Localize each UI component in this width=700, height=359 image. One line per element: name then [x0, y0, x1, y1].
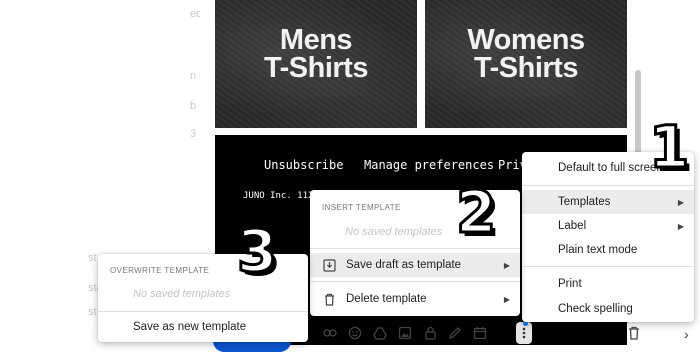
tile-line2: T-Shirts: [474, 52, 578, 84]
menu-item-label: Check spelling: [558, 303, 633, 315]
menu-item-label: Save draft as template: [346, 259, 462, 271]
background-text: st: [88, 306, 97, 318]
menu-item-label: Plain text mode: [558, 244, 638, 256]
unsubscribe-link[interactable]: Unsubscribe: [264, 158, 343, 172]
annotation-number-2: 2: [454, 178, 497, 246]
link-icon[interactable]: [320, 322, 340, 344]
scrollbar[interactable]: [635, 70, 641, 160]
womens-tshirts-banner[interactable]: Womens T-Shirts: [425, 0, 627, 128]
emoji-icon[interactable]: [345, 322, 365, 344]
no-saved-templates-text: No saved templates: [345, 226, 443, 238]
divider: [522, 266, 694, 267]
chevron-right-icon[interactable]: ›: [684, 326, 689, 342]
divider: [98, 311, 308, 312]
manage-preferences-link[interactable]: Manage preferences: [364, 158, 494, 172]
divider: [310, 248, 520, 249]
photo-icon[interactable]: [395, 322, 415, 344]
menu-item-templates[interactable]: Templates ▶: [522, 190, 694, 214]
drive-icon[interactable]: [370, 322, 390, 344]
chevron-right-icon: ▶: [677, 197, 684, 207]
background-text: 3: [190, 128, 197, 140]
menu-item-label: Templates: [558, 196, 611, 208]
trash-icon: [322, 292, 336, 306]
delete-template-item[interactable]: Delete template ▶: [310, 287, 520, 311]
menu-item-label: Default to full screen: [558, 162, 663, 174]
tile-line1: Mens: [279, 24, 353, 56]
chevron-right-icon: ▶: [503, 260, 510, 270]
divider: [310, 281, 520, 282]
more-options-icon[interactable]: [516, 321, 532, 344]
mens-tshirts-banner[interactable]: Mens T-Shirts: [215, 0, 417, 128]
menu-item-label: Label: [558, 220, 587, 232]
save-draft-as-template-item[interactable]: Save draft as template ▶: [310, 253, 520, 277]
chevron-right-icon: ▶: [503, 294, 510, 304]
annotation-number-1: 1: [647, 113, 690, 181]
no-saved-templates-text: No saved templates: [133, 288, 231, 300]
background-text: st: [88, 252, 97, 264]
overwrite-template-heading: OVERWRITE TEMPLATE: [110, 266, 210, 275]
menu-item-plain-text-mode[interactable]: Plain text mode: [522, 238, 694, 262]
insert-template-heading: INSERT TEMPLATE: [322, 203, 401, 212]
annotation-number-3: 3: [235, 217, 278, 285]
save-template-icon: [322, 258, 336, 272]
menu-item-label: Save as new template: [133, 321, 247, 333]
menu-item-label: Print: [558, 278, 582, 290]
save-as-new-template-item[interactable]: Save as new template: [98, 315, 308, 339]
screen: ed n p b 3 st sta st Mens T-Shirts Women…: [0, 0, 700, 359]
footer-address: JUNO Inc. 112: [243, 191, 314, 201]
menu-item-label: Delete template: [346, 293, 427, 305]
lock-icon[interactable]: [420, 322, 440, 344]
tile-line1: Womens: [467, 24, 585, 56]
menu-item-check-spelling[interactable]: Check spelling: [522, 297, 694, 321]
menu-item-label-submenu[interactable]: Label ▶: [522, 214, 694, 238]
schedule-icon[interactable]: [470, 322, 490, 344]
trash-icon[interactable]: [624, 322, 644, 344]
pen-icon[interactable]: [445, 322, 465, 344]
menu-item-print[interactable]: Print: [522, 272, 694, 296]
background-text: b: [190, 100, 197, 112]
divider: [522, 185, 694, 186]
tile-line2: T-Shirts: [264, 52, 368, 84]
chevron-right-icon: ▶: [677, 221, 684, 231]
